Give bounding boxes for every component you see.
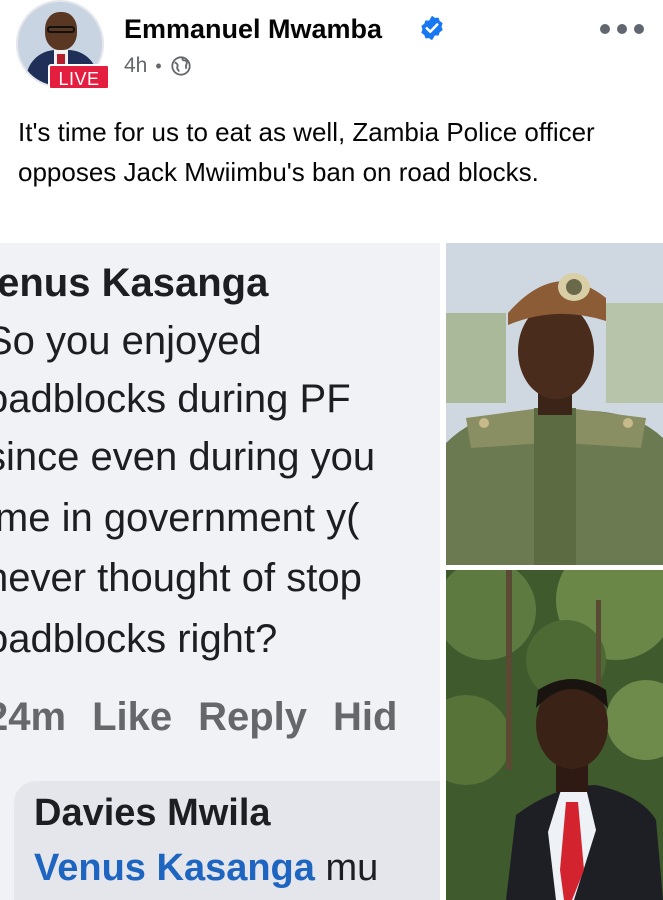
police-officer-photo <box>446 243 663 565</box>
comment-line: oadblocks during PF <box>0 377 351 421</box>
more-dot <box>600 24 610 34</box>
comment-hide: Hid <box>333 695 398 739</box>
live-badge: LIVE <box>48 64 110 90</box>
globe-icon[interactable] <box>170 55 192 77</box>
comment-line: since even during you <box>0 435 376 479</box>
post-text: It's time for us to eat as well, Zambia … <box>18 117 595 187</box>
author-name[interactable]: Emmanuel Mwamba <box>124 14 382 45</box>
verified-check-icon <box>421 15 443 41</box>
reply-text: Venus Kasanga mu <box>34 847 378 890</box>
comment-line: never thought of stop <box>0 556 362 600</box>
more-options-icon[interactable] <box>600 20 644 38</box>
reply-body: mu <box>314 847 379 889</box>
comment-reply: Reply <box>198 695 308 739</box>
comment-author: /enus Kasanga <box>0 261 269 305</box>
comment-line: ime in government y( <box>0 496 360 540</box>
reply-author: Davies Mwila <box>34 792 271 834</box>
avatar-glasses <box>47 26 75 33</box>
man-in-suit-photo <box>446 570 663 900</box>
more-dot <box>617 24 627 34</box>
police-officer-illustration <box>446 243 663 565</box>
comment-screenshot-image: /enus Kasanga So you enjoyed oadblocks d… <box>0 243 440 900</box>
comment-actions: 24m Like Reply Hid <box>0 693 423 741</box>
comment-line: oadblocks right? <box>0 617 278 661</box>
comment-line: So you enjoyed <box>0 319 262 363</box>
post-image-collage[interactable]: /enus Kasanga So you enjoyed oadblocks d… <box>0 243 663 900</box>
reply-mention: Venus Kasanga <box>34 847 315 889</box>
more-dot <box>634 24 644 34</box>
post-meta: 4h • <box>124 54 192 78</box>
man-in-suit-illustration <box>446 570 663 900</box>
comment-like: Like <box>92 695 173 739</box>
comment-age: 24m <box>0 695 67 739</box>
meta-separator: • <box>155 55 162 76</box>
post-time[interactable]: 4h <box>124 54 147 78</box>
